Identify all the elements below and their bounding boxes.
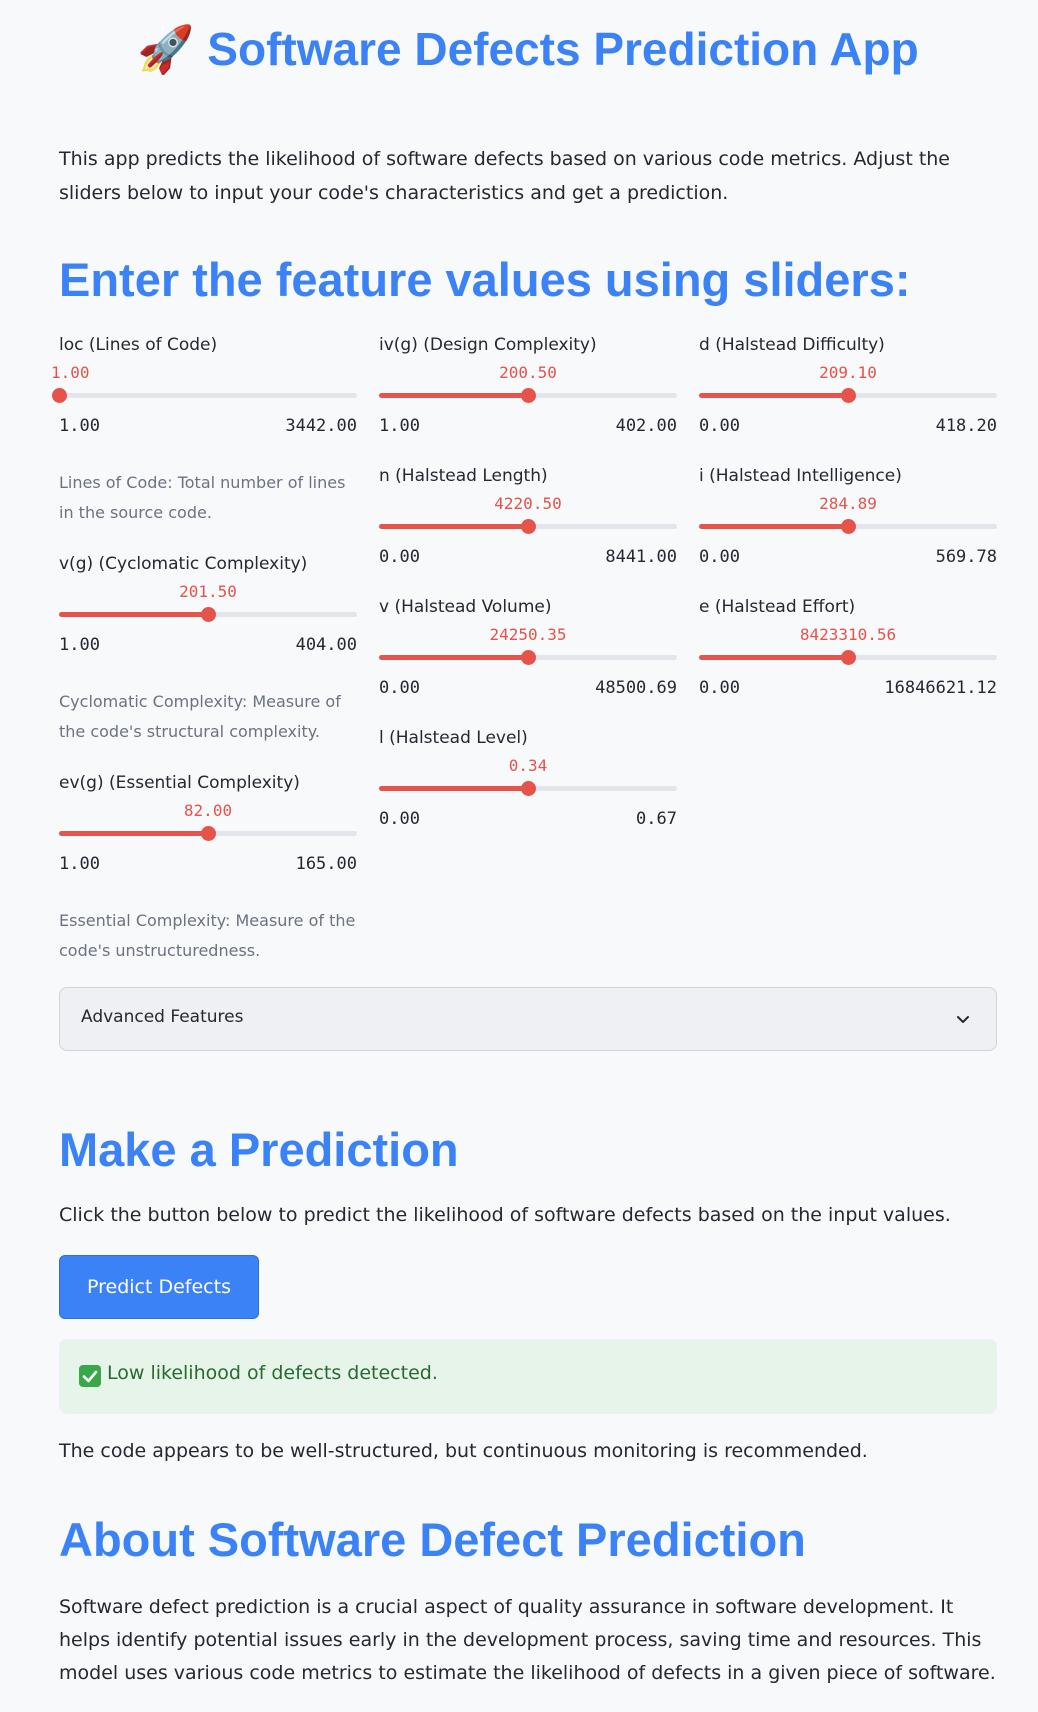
chevron-down-icon (957, 1016, 969, 1023)
features-heading: Enter the feature values using sliders: (59, 253, 911, 306)
slider-max: 402.00 (615, 416, 677, 436)
expander-label: Advanced Features (81, 1007, 244, 1027)
slider-track[interactable] (379, 650, 677, 665)
slider-max: 569.78 (935, 547, 997, 567)
slider-current-value: 209.10 (819, 363, 877, 382)
slider-fill (379, 786, 528, 791)
slider-current-value: 0.34 (508, 756, 548, 775)
slider-max: 165.00 (295, 854, 357, 874)
slider-thumb[interactable] (201, 826, 216, 841)
slider-track[interactable] (699, 650, 997, 665)
slider-min: 1.00 (59, 416, 100, 436)
slider-track[interactable] (59, 607, 357, 622)
slider-vg[interactable]: v(g) (Cyclomatic Complexity) 201.50 1.00… (59, 544, 357, 655)
slider-max: 418.20 (935, 416, 997, 436)
slider-track[interactable] (52, 388, 357, 403)
slider-label: loc (Lines of Code) (59, 335, 218, 355)
slider-max: 8441.00 (605, 547, 677, 567)
slider-min: 1.00 (379, 416, 420, 436)
prediction-heading: Make a Prediction (59, 1123, 459, 1176)
slider-fill (379, 393, 528, 398)
intro-text: This app predicts the likelihood of soft… (59, 148, 950, 204)
result-message: Low likelihood of defects detected. (107, 1362, 438, 1384)
slider-track[interactable] (379, 519, 677, 534)
slider-label: v (Halstead Volume) (379, 597, 552, 617)
slider-min: 1.00 (59, 635, 100, 655)
slider-fill (699, 655, 848, 660)
slider-thumb[interactable] (841, 519, 856, 534)
slider-min: 0.00 (699, 547, 740, 567)
slider-current-value: 82.00 (183, 801, 233, 820)
slider-current-value: 1.00 (51, 363, 90, 382)
slider-l[interactable]: l (Halstead Level) 0.34 0.00 0.67 (379, 718, 677, 829)
slider-thumb[interactable] (841, 388, 856, 403)
slider-evg[interactable]: ev(g) (Essential Complexity) 82.00 1.00 … (59, 763, 357, 874)
page-title: 🚀 Software Defects Prediction App (137, 23, 919, 75)
slider-fill (379, 524, 528, 529)
prediction-instruction: Click the button below to predict the li… (59, 1204, 951, 1226)
result-note: The code appears to be well-structured, … (59, 1440, 868, 1462)
slider-label: n (Halstead Length) (379, 466, 548, 486)
slider-loc[interactable]: loc (Lines of Code) 1.00 1.00 3442.00 (51, 325, 357, 436)
slider-thumb[interactable] (52, 388, 67, 403)
slider-max: 3442.00 (285, 416, 357, 436)
slider-label: iv(g) (Design Complexity) (379, 335, 597, 355)
slider-thumb[interactable] (521, 650, 536, 665)
slider-max: 404.00 (295, 635, 357, 655)
slider-d[interactable]: d (Halstead Difficulty) 209.10 0.00 418.… (699, 325, 997, 436)
slider-min: 1.00 (59, 854, 100, 874)
slider-label: l (Halstead Level) (379, 728, 528, 748)
slider-min: 0.00 (379, 547, 420, 567)
slider-current-value: 200.50 (499, 363, 557, 382)
advanced-features-expander[interactable]: Advanced Features (59, 987, 997, 1051)
slider-track[interactable] (379, 388, 677, 403)
slider-v[interactable]: v (Halstead Volume) 24250.35 0.00 48500.… (379, 587, 677, 698)
slider-current-value: 201.50 (179, 582, 237, 601)
slider-thumb[interactable] (521, 519, 536, 534)
slider-current-value: 4220.50 (494, 494, 562, 513)
slider-label: d (Halstead Difficulty) (699, 335, 885, 355)
slider-current-value: 284.89 (819, 494, 877, 513)
predict-defects-button[interactable]: Predict Defects (59, 1255, 259, 1319)
slider-thumb[interactable] (841, 650, 856, 665)
slider-fill (699, 524, 848, 529)
slider-current-value: 24250.35 (489, 625, 567, 644)
slider-label: e (Halstead Effort) (699, 597, 856, 617)
result-alert: Low likelihood of defects detected. (59, 1339, 997, 1414)
slider-min: 0.00 (699, 416, 740, 436)
slider-fill (699, 393, 848, 398)
slider-fill (379, 655, 528, 660)
slider-track[interactable] (699, 519, 997, 534)
slider-ivg[interactable]: iv(g) (Design Complexity) 200.50 1.00 40… (379, 325, 677, 436)
slider-min: 0.00 (699, 678, 740, 698)
slider-fill (59, 612, 208, 617)
slider-max: 48500.69 (595, 678, 677, 698)
about-text: Software defect prediction is a crucial … (59, 1596, 996, 1684)
slider-track[interactable] (59, 826, 357, 841)
caption-vg: Cyclomatic Complexity: Measure of the co… (59, 692, 341, 741)
slider-track[interactable] (379, 781, 677, 796)
slider-thumb[interactable] (521, 388, 536, 403)
about-heading: About Software Defect Prediction (59, 1513, 806, 1566)
slider-track[interactable] (699, 388, 997, 403)
slider-thumb[interactable] (201, 607, 216, 622)
slider-label: i (Halstead Intelligence) (699, 466, 902, 486)
caption-evg: Essential Complexity: Measure of the cod… (59, 911, 356, 960)
slider-label: ev(g) (Essential Complexity) (59, 773, 300, 793)
slider-current-value: 8423310.56 (799, 625, 897, 644)
slider-max: 16846621.12 (884, 678, 997, 698)
slider-fill (59, 831, 208, 836)
slider-e[interactable]: e (Halstead Effort) 8423310.56 0.00 1684… (699, 587, 997, 698)
caption-loc: Lines of Code: Total number of lines in … (59, 473, 346, 522)
slider-n[interactable]: n (Halstead Length) 4220.50 0.00 8441.00 (379, 456, 677, 567)
slider-thumb[interactable] (521, 781, 536, 796)
slider-min: 0.00 (379, 678, 420, 698)
check-icon (79, 1365, 101, 1387)
slider-max: 0.67 (636, 809, 677, 829)
slider-min: 0.00 (379, 809, 420, 829)
slider-i[interactable]: i (Halstead Intelligence) 284.89 0.00 56… (699, 456, 997, 567)
slider-label: v(g) (Cyclomatic Complexity) (59, 554, 308, 574)
